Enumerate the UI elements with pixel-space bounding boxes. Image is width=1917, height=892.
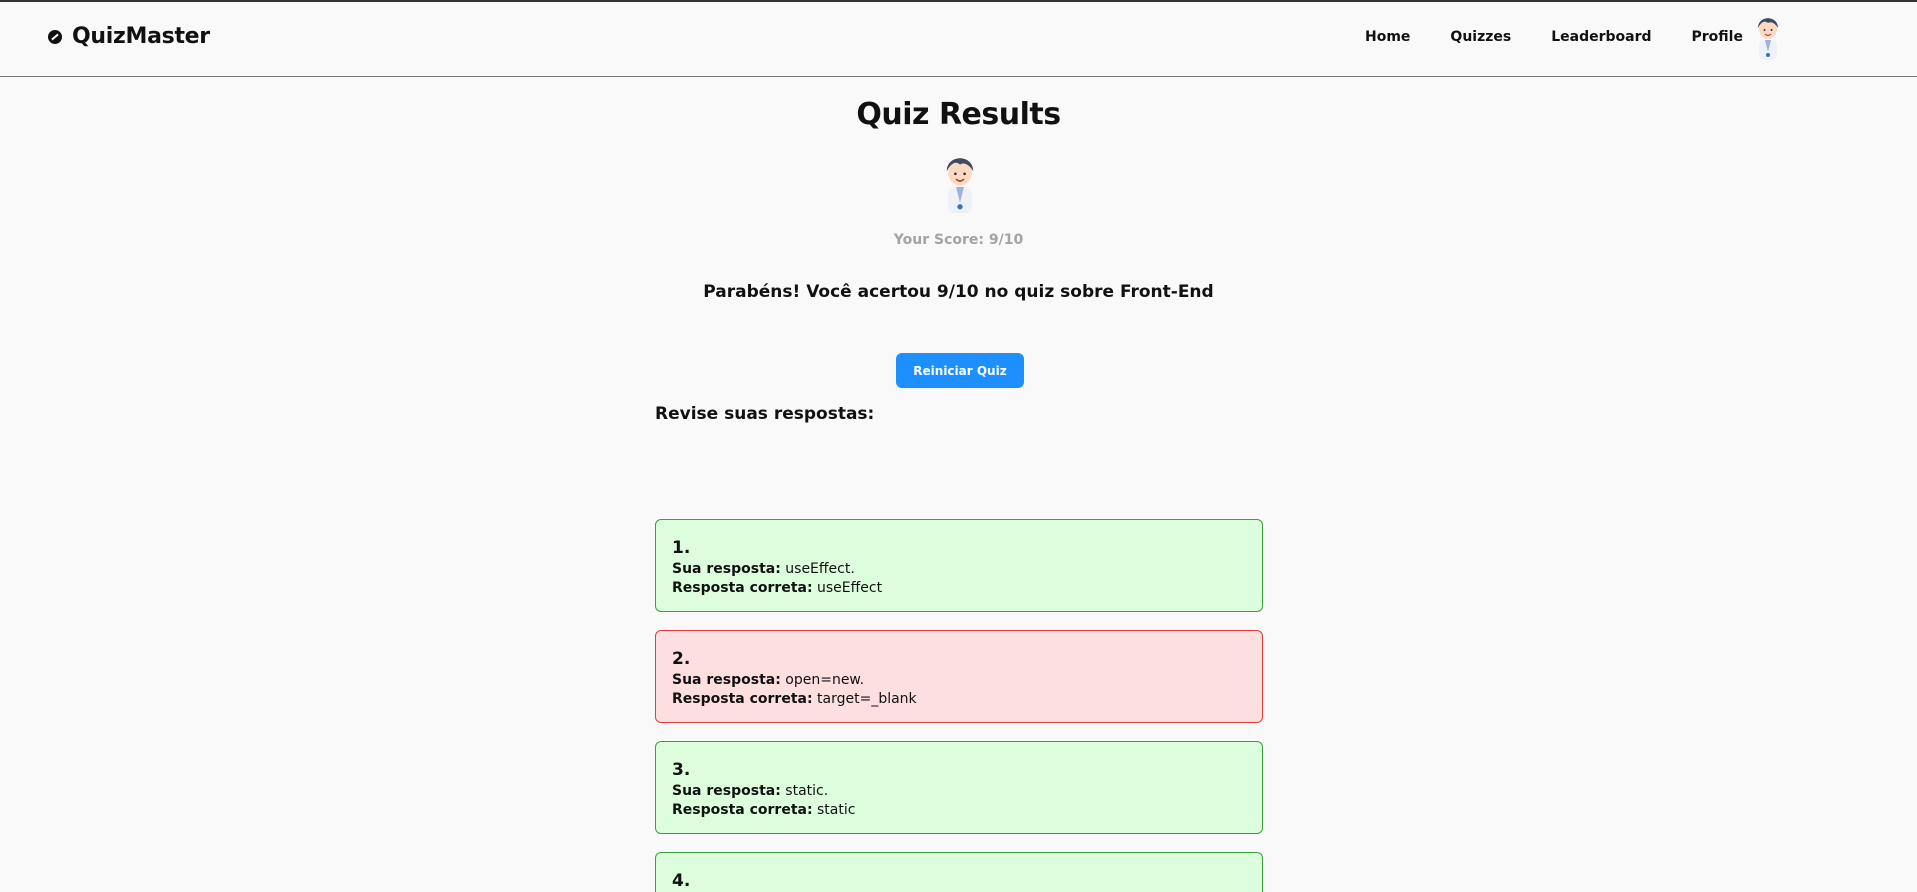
compass-icon [48, 29, 62, 44]
answer-card-3: 3. Sua resposta: static. Resposta corret… [655, 741, 1263, 834]
your-answer-label: Sua resposta: [672, 783, 781, 799]
your-answer-label: Sua resposta: [672, 672, 781, 688]
question-number: 4. [672, 871, 691, 891]
nav-links: Home Quizzes Leaderboard Profile [1365, 29, 1783, 45]
question-number: 1. [672, 538, 691, 558]
correct-answer-value: static [817, 802, 856, 818]
result-avatar-icon [946, 158, 974, 214]
correct-answer-value: useEffect [817, 580, 883, 596]
your-answer-line: Sua resposta: static. [672, 782, 1246, 801]
your-answer-value: static. [785, 783, 829, 799]
brand-logo[interactable]: QuizMaster [48, 24, 210, 49]
user-avatar-icon[interactable] [1751, 12, 1785, 62]
nav-link-quizzes[interactable]: Quizzes [1450, 29, 1511, 45]
answer-card-2: 2. Sua resposta: open=new. Resposta corr… [655, 630, 1263, 723]
navbar: QuizMaster Home Quizzes Leaderboard Prof… [0, 2, 1917, 77]
question-number: 3. [672, 760, 691, 780]
your-answer-line: Sua resposta: useEffect. [672, 560, 1246, 579]
page-title: Quiz Results [856, 97, 1061, 132]
correct-answer-label: Resposta correta: [672, 691, 813, 707]
review-heading: Revise suas respostas: [655, 404, 875, 424]
score-text: Your Score: 9/10 [893, 232, 1024, 248]
nav-link-profile[interactable]: Profile [1692, 29, 1743, 45]
nav-link-leaderboard[interactable]: Leaderboard [1551, 29, 1651, 45]
question-number: 2. [672, 649, 691, 669]
nav-link-home[interactable]: Home [1365, 29, 1410, 45]
answer-card-4: 4. [655, 852, 1263, 892]
brand-name: QuizMaster [72, 24, 210, 49]
restart-quiz-button[interactable]: Reiniciar Quiz [896, 353, 1024, 388]
correct-answer-line: Resposta correta: useEffect [672, 579, 1246, 598]
your-answer-value: useEffect. [785, 561, 855, 577]
correct-answer-line: Resposta correta: static [672, 801, 1246, 820]
correct-answer-value: target=_blank [817, 691, 917, 707]
result-message: Parabéns! Você acertou 9/10 no quiz sobr… [703, 282, 1214, 302]
your-answer-label: Sua resposta: [672, 561, 781, 577]
correct-answer-label: Resposta correta: [672, 580, 813, 596]
your-answer-line: Sua resposta: open=new. [672, 671, 1246, 690]
answer-card-1: 1. Sua resposta: useEffect. Resposta cor… [655, 519, 1263, 612]
correct-answer-label: Resposta correta: [672, 802, 813, 818]
your-answer-value: open=new. [785, 672, 865, 688]
correct-answer-line: Resposta correta: target=_blank [672, 690, 1246, 709]
